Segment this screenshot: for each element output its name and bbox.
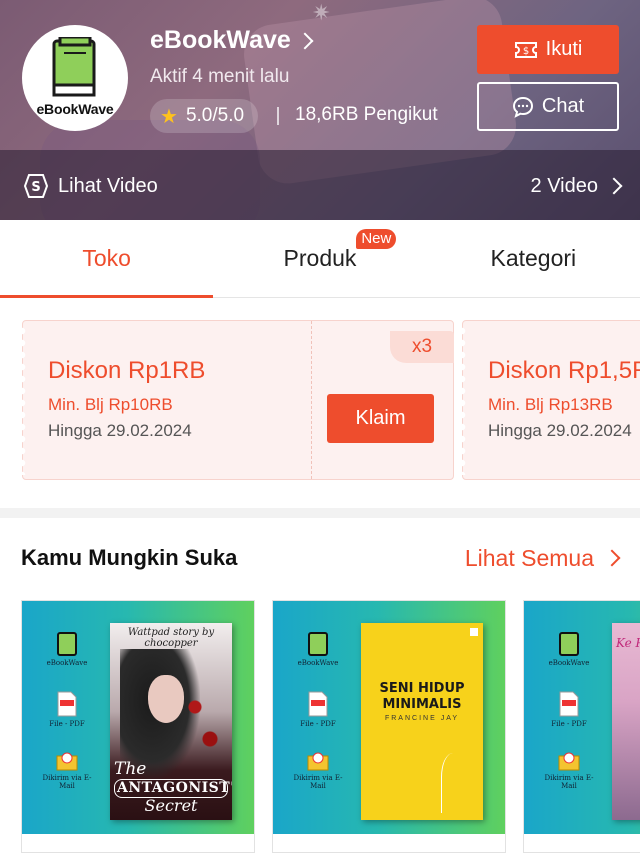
email-icon xyxy=(56,752,78,771)
pdf-file-icon xyxy=(57,691,77,717)
voucher-quantity: x3 xyxy=(390,331,454,363)
product-image: eBookWave File - PDF Dikirim via E-Mail … xyxy=(22,601,254,834)
video-row[interactable]: S Lihat Video 2 Video xyxy=(0,160,640,212)
book-icon xyxy=(52,37,96,97)
chat-button[interactable]: Chat xyxy=(477,82,619,131)
sparkle-icon: ✷ xyxy=(312,0,331,25)
followers-count: 18,6RB Pengikut xyxy=(295,104,438,125)
book-cover-title: SENI HIDUP MINIMALIS xyxy=(379,681,465,713)
voucher-card: Diskon Rp1,5RB Min. Blj Rp13RB Hingga 29… xyxy=(462,320,640,480)
star-icon: ★ xyxy=(160,105,178,128)
voucher-carousel[interactable]: Diskon Rp1RB Min. Blj Rp10RB Hingga 29.0… xyxy=(0,298,640,508)
book-cover: Wattpad story by chocopper The ANTAGONIS… xyxy=(110,623,232,820)
see-all-label: Lihat Semua xyxy=(464,544,594,571)
recommendation-header: Kamu Mungkin Suka Lihat Semua xyxy=(0,518,640,598)
section-title: Kamu Mungkin Suka xyxy=(21,545,238,570)
video-count: 2 Video xyxy=(530,174,598,197)
book-cover-author: FRANCINE JAY xyxy=(384,715,460,722)
chat-bubble-icon xyxy=(512,96,533,118)
voucher-expiry: Hingga 29.02.2024 xyxy=(488,421,632,440)
voucher-card: Diskon Rp1RB Min. Blj Rp10RB Hingga 29.0… xyxy=(22,320,454,480)
email-icon xyxy=(307,752,329,771)
svg-text:$: $ xyxy=(522,46,528,57)
chevron-right-icon xyxy=(296,32,314,49)
book-cover-title: Ke Ruang Mu xyxy=(616,636,640,650)
shop-active-status: Aktif 4 menit lalu xyxy=(150,66,290,87)
video-label: Lihat Video xyxy=(58,174,158,197)
voucher-min-spend: Min. Blj Rp10RB xyxy=(48,395,173,414)
product-card[interactable]: eBookWave File - PDF Dikirim via E-Mail … xyxy=(21,600,255,853)
voucher-expiry: Hingga 29.02.2024 xyxy=(48,421,192,440)
voucher-min-spend: Min. Blj Rp13RB xyxy=(488,395,613,414)
shop-rating: ★ 5.0/5.0 xyxy=(150,99,259,133)
follow-button-label: Ikuti xyxy=(545,38,583,60)
chat-button-label: Chat xyxy=(541,95,585,117)
shop-name: eBookWave xyxy=(150,26,291,54)
product-image: eBookWave File - PDF Dikirim via E-Mail … xyxy=(524,601,640,834)
shop-logo-text: eBookWave xyxy=(36,101,114,117)
section-divider xyxy=(0,508,640,518)
shop-name-link[interactable]: eBookWave xyxy=(150,26,314,55)
product-card[interactable]: eBookWave File - PDF Dikirim via E-Mail … xyxy=(272,600,506,853)
pdf-file-icon xyxy=(308,691,328,717)
book-icon xyxy=(57,632,77,656)
product-feature-icons: eBookWave File - PDF Dikirim via E-Mail xyxy=(42,631,92,813)
product-feature-icons: eBookWave File - PDF Dikirim via E-Mail xyxy=(293,631,343,813)
shop-logo[interactable]: eBookWave xyxy=(22,25,128,131)
product-feature-icons: eBookWave File - PDF Dikirim via E-Mail xyxy=(544,631,594,813)
see-all-link[interactable]: Lihat Semua xyxy=(464,544,621,572)
book-cover: SENI HIDUP MINIMALIS FRANCINE JAY xyxy=(361,623,483,820)
tab-label: Kategori xyxy=(490,245,577,271)
claim-button-label: Klaim xyxy=(355,407,406,429)
tab-label: Toko xyxy=(82,245,131,271)
shop-header: ✷ eBookWave eBookWave Aktif 4 menit lalu… xyxy=(0,0,640,220)
new-badge: New xyxy=(356,229,397,249)
voucher-title: Diskon Rp1,5RB xyxy=(488,357,640,384)
chevron-right-icon xyxy=(603,549,621,567)
follow-ticket-icon: $ xyxy=(514,41,537,58)
product-card[interactable]: eBookWave File - PDF Dikirim via E-Mail … xyxy=(523,600,640,853)
tab-label: Produk xyxy=(283,245,357,271)
shop-tabs: Toko Produk New Kategori xyxy=(0,220,640,298)
tab-kategori[interactable]: Kategori xyxy=(427,220,640,297)
claim-button[interactable]: Klaim xyxy=(327,394,434,443)
voucher-title: Diskon Rp1RB xyxy=(48,357,206,384)
email-icon xyxy=(558,752,580,771)
product-carousel[interactable]: eBookWave File - PDF Dikirim via E-Mail … xyxy=(0,598,640,853)
pdf-file-icon xyxy=(559,691,579,717)
video-play-icon: S xyxy=(23,174,49,198)
book-cover-title: The ANTAGONIST'S Secret xyxy=(114,759,232,815)
rating-value: 5.0/5.0 xyxy=(185,105,245,126)
chevron-right-icon xyxy=(605,177,623,195)
tab-produk[interactable]: Produk New xyxy=(213,220,426,297)
follow-button[interactable]: $ Ikuti xyxy=(477,25,619,74)
tab-toko[interactable]: Toko xyxy=(0,220,214,298)
book-icon xyxy=(559,632,579,656)
product-image: eBookWave File - PDF Dikirim via E-Mail … xyxy=(273,601,505,834)
book-icon xyxy=(308,632,328,656)
svg-text:S: S xyxy=(31,180,40,195)
divider xyxy=(277,107,279,125)
book-cover: Ke Ruang Mu xyxy=(612,623,640,820)
